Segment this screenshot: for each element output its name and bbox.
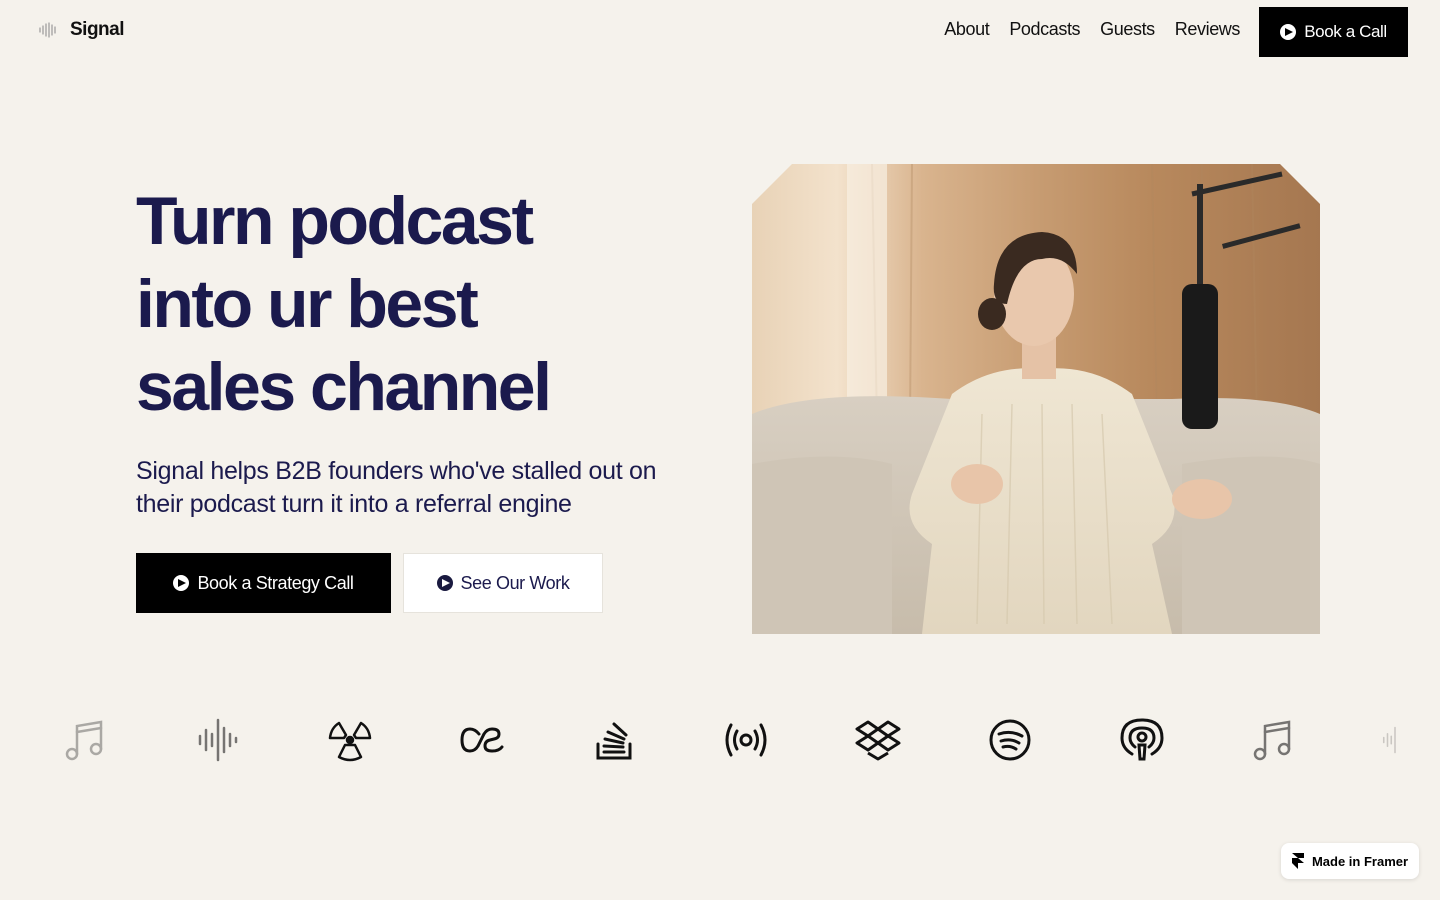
site-header: Signal About Podcasts Guests Reviews Boo… [0, 0, 1440, 64]
hero-title-line: Turn podcast [136, 183, 534, 259]
spotify-icon [984, 714, 1036, 766]
book-strategy-call-label: Book a Strategy Call [197, 572, 354, 593]
audio-waveform-icon [192, 714, 244, 766]
nav-reviews[interactable]: Reviews [1175, 19, 1241, 40]
brand-name: Signal [70, 19, 125, 40]
framer-logo-icon [1291, 853, 1304, 869]
hero-image [752, 164, 1320, 634]
made-in-framer-badge[interactable]: Made in Framer [1281, 843, 1419, 879]
broadcast-icon [720, 714, 772, 766]
see-our-work-label: See Our Work [460, 572, 570, 593]
apple-podcasts-icon [1116, 714, 1168, 766]
book-call-label: Book a Call [1304, 22, 1387, 41]
book-strategy-call-button[interactable]: Book a Strategy Call [136, 553, 391, 613]
hero-title-line: sales channel [136, 349, 552, 425]
dropbox-icon [852, 714, 904, 766]
hero-title-line: into ur best [136, 266, 479, 342]
signal-logo-icon [39, 22, 56, 38]
music-note-icon [60, 714, 112, 766]
play-icon [1280, 24, 1297, 40]
podcast-platforms-strip [0, 700, 1440, 780]
see-our-work-button[interactable]: See Our Work [403, 553, 603, 613]
radiation-icon [324, 714, 376, 766]
book-call-button[interactable]: Book a Call [1259, 7, 1408, 57]
made-in-framer-label: Made in Framer [1311, 853, 1409, 869]
lastfm-icon [456, 714, 508, 766]
play-icon [173, 575, 190, 591]
main-nav: About Podcasts Guests Reviews [944, 19, 1240, 40]
nav-guests[interactable]: Guests [1100, 19, 1155, 40]
stack-overflow-icon [588, 714, 640, 766]
audio-waveform-icon [1380, 714, 1410, 766]
brand-logo[interactable]: Signal [36, 18, 125, 42]
hero-subtitle: Signal helps B2B founders who've stalled… [136, 457, 657, 518]
music-note-icon [1248, 714, 1300, 766]
nav-podcasts[interactable]: Podcasts [1009, 19, 1080, 40]
nav-about[interactable]: About [944, 19, 989, 40]
hero-title: Turn podcast into ur best sales channel [136, 180, 696, 429]
play-icon [436, 575, 453, 591]
